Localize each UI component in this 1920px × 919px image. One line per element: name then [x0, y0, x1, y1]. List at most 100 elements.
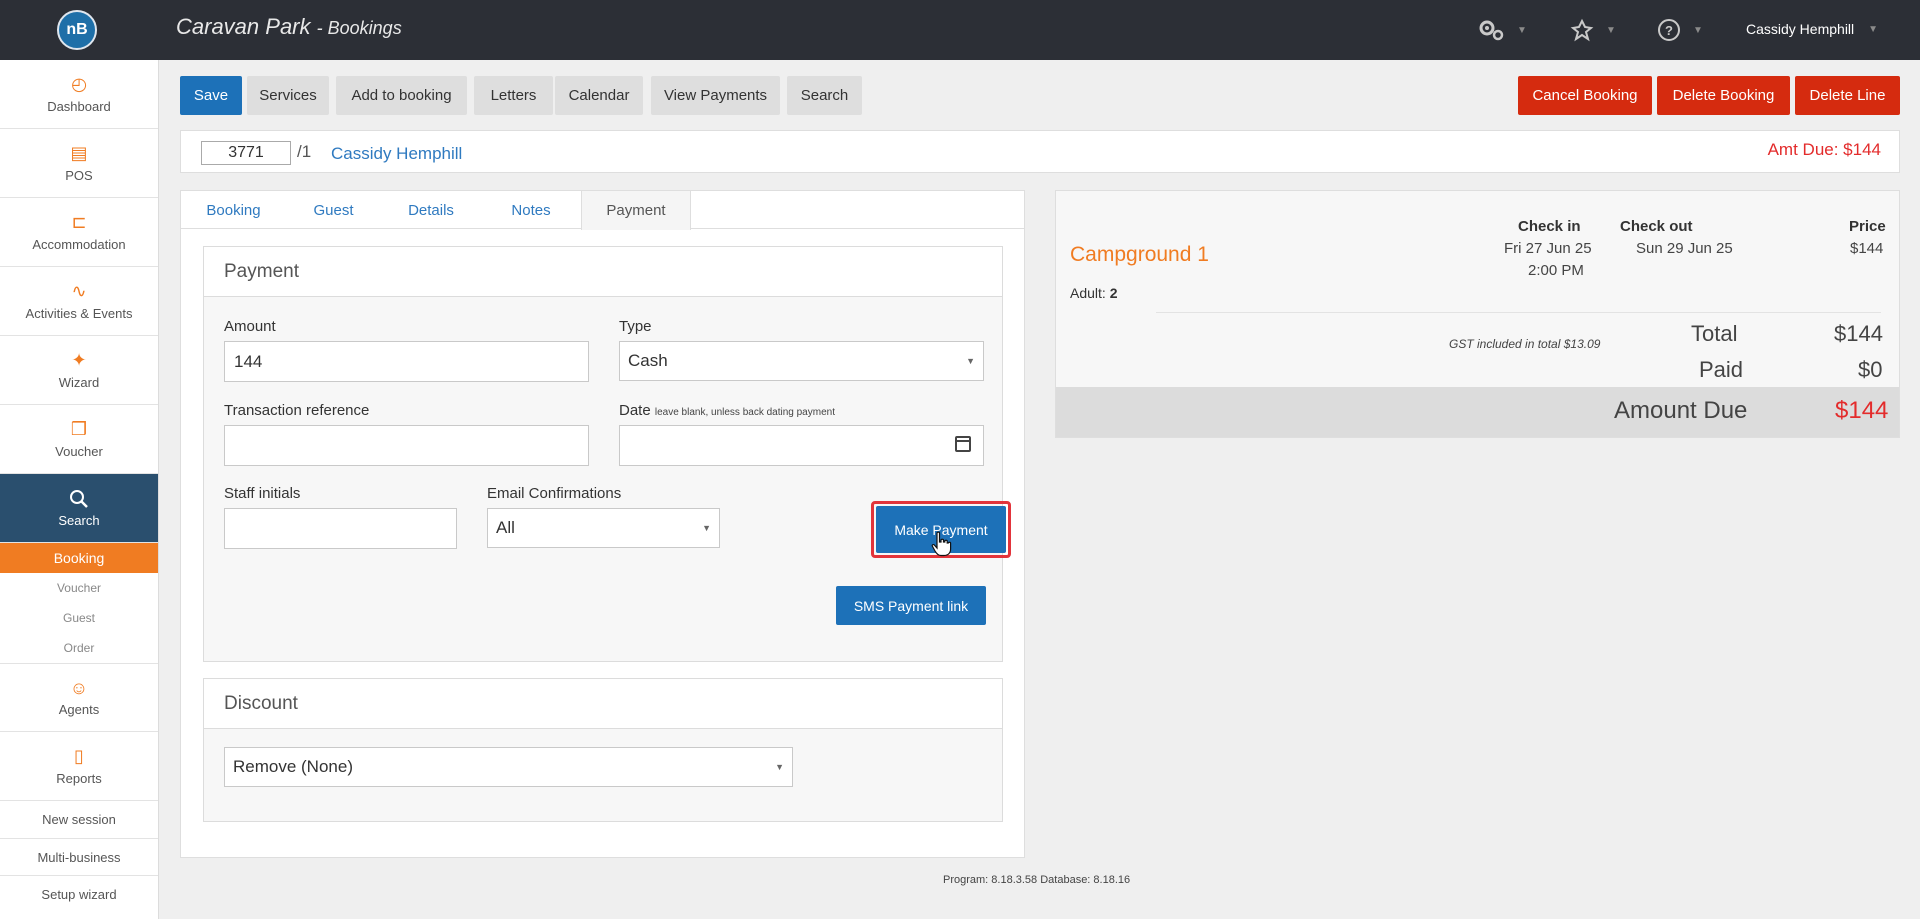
total-value: $144: [1834, 321, 1883, 346]
sidebar-item-accommodation[interactable]: ⊏ Accommodation: [0, 198, 158, 267]
delete-line-button[interactable]: Delete Line: [1795, 76, 1900, 115]
sidebar-item-label: Activities & Events: [25, 305, 133, 321]
sidebar-item-wizard[interactable]: ✦ Wizard: [0, 336, 158, 405]
sidebar-subitem-voucher[interactable]: Voucher: [0, 573, 158, 603]
help-menu[interactable]: ? ▼: [1657, 16, 1703, 44]
cancel-booking-button[interactable]: Cancel Booking: [1518, 76, 1652, 115]
app-logo[interactable]: nB: [57, 10, 97, 50]
sidebar-item-dashboard[interactable]: ◴ Dashboard: [0, 60, 158, 129]
sidebar-subitem-guest[interactable]: Guest: [0, 603, 158, 633]
chevron-down-icon: ▼: [1693, 24, 1703, 36]
page-title: Caravan Park - Bookings: [176, 14, 402, 40]
transaction-reference-label: Transaction reference: [224, 402, 370, 419]
app-name: Caravan Park: [176, 14, 311, 39]
sidebar-item-label: POS: [65, 167, 93, 183]
sidebar: ◴ Dashboard ▤ POS ⊏ Accommodation ∿ Acti…: [0, 60, 159, 919]
version-info: Program: 8.18.3.58 Database: 8.18.16: [943, 874, 1131, 886]
check-out-date: Sun 29 Jun 25: [1636, 240, 1733, 257]
tab-payment[interactable]: Payment: [581, 191, 691, 230]
settings-icon: [1479, 20, 1504, 41]
sidebar-link-new-session[interactable]: New session: [0, 801, 158, 838]
payment-card: Payment Amount 144 Type Cash ▼ Transacti…: [203, 246, 1011, 662]
amount-due-header: Amt Due: $144: [1767, 140, 1881, 159]
date-label-text: Date: [619, 402, 651, 419]
settings-menu[interactable]: ▼: [1477, 16, 1527, 44]
tab-guest[interactable]: Guest: [286, 191, 381, 229]
discount-card: Discount Remove (None) ▼: [203, 678, 1003, 822]
total-label: Total: [1691, 321, 1738, 346]
wand-icon: ✦: [71, 350, 87, 370]
help-icon: ?: [1658, 19, 1680, 41]
price-header: Price: [1849, 218, 1886, 235]
discount-value: Remove (None): [233, 757, 353, 776]
add-to-booking-button[interactable]: Add to booking: [336, 76, 467, 115]
amount-label: Amount: [224, 318, 276, 335]
chevron-down-icon: ▼: [775, 762, 784, 772]
chevron-down-icon: ▼: [1606, 24, 1616, 36]
sidebar-item-activities[interactable]: ∿ Activities & Events: [0, 267, 158, 336]
letters-button[interactable]: Letters: [474, 76, 553, 115]
sidebar-link-setup-wizard[interactable]: Setup wizard: [0, 875, 158, 912]
sidebar-subitem-booking[interactable]: Booking: [0, 543, 158, 573]
price-value: $144: [1850, 240, 1884, 257]
sidebar-item-label: Search: [58, 512, 100, 528]
amount-input[interactable]: 144: [224, 341, 589, 382]
date-hint: leave blank, unless back dating payment: [654, 407, 835, 418]
user-menu[interactable]: Cassidy Hemphill ▼: [1746, 21, 1878, 37]
register-icon: ▤: [70, 143, 88, 163]
sms-payment-link-button[interactable]: SMS Payment link: [836, 586, 986, 625]
sidebar-item-label: Wizard: [58, 374, 100, 390]
date-label: Date leave blank, unless back dating pay…: [619, 402, 835, 419]
sidebar-item-voucher[interactable]: ❒ Voucher: [0, 405, 158, 474]
activities-icon: ∿: [71, 281, 87, 301]
date-input[interactable]: [619, 425, 984, 466]
booking-header: 3771 /1 Cassidy Hemphill Amt Due: $144: [180, 130, 1900, 173]
booking-line-suffix: /1: [297, 142, 312, 161]
calendar-icon[interactable]: [955, 436, 971, 452]
booking-number-input[interactable]: 3771: [201, 141, 291, 165]
payment-type-value: Cash: [628, 351, 668, 370]
calendar-button[interactable]: Calendar: [555, 76, 643, 115]
view-payments-button[interactable]: View Payments: [651, 76, 780, 115]
services-button[interactable]: Services: [247, 76, 329, 115]
gst-note: GST included in total $13.09: [1449, 337, 1601, 351]
email-confirmations-select[interactable]: All ▼: [487, 508, 720, 548]
transaction-reference-input[interactable]: [224, 425, 589, 466]
sidebar-item-reports[interactable]: ▯ Reports: [0, 732, 158, 801]
delete-booking-button[interactable]: Delete Booking: [1657, 76, 1790, 115]
chevron-down-icon: ▼: [966, 356, 975, 366]
hand-cursor-icon: [931, 531, 952, 557]
email-confirmations-label: Email Confirmations: [487, 485, 622, 502]
type-label: Type: [619, 318, 652, 335]
tab-booking[interactable]: Booking: [181, 191, 286, 229]
sidebar-item-label: Agents: [58, 702, 100, 717]
check-out-header: Check out: [1620, 218, 1693, 235]
amount-due-value: $144: [1835, 397, 1889, 424]
adult-count-value: 2: [1109, 285, 1118, 301]
sidebar-item-search[interactable]: Search: [0, 474, 158, 543]
tab-details[interactable]: Details: [381, 191, 481, 229]
sidebar-subitem-order[interactable]: Order: [0, 633, 158, 663]
sidebar-item-agents[interactable]: ☺ Agents: [0, 663, 158, 732]
integrations-menu[interactable]: ▼: [1570, 16, 1616, 44]
save-button[interactable]: Save: [180, 76, 242, 115]
payment-heading: Payment: [204, 247, 1002, 297]
staff-initials-label: Staff initials: [224, 485, 301, 502]
guest-name-link[interactable]: Cassidy Hemphill: [331, 144, 462, 164]
bed-icon: ⊏: [71, 212, 87, 232]
discount-select[interactable]: Remove (None) ▼: [224, 747, 793, 787]
staff-initials-input[interactable]: [224, 508, 457, 549]
check-in-time: 2:00 PM: [1528, 262, 1584, 279]
payment-type-select[interactable]: Cash ▼: [619, 341, 984, 381]
site-name[interactable]: Campground 1: [1070, 243, 1209, 267]
summary-divider: [1156, 312, 1881, 313]
search-button[interactable]: Search: [787, 76, 862, 115]
chevron-down-icon: ▼: [702, 523, 711, 533]
search-icon: [69, 489, 89, 509]
sidebar-link-multi-business[interactable]: Multi-business: [0, 838, 158, 875]
integrations-icon: [1570, 18, 1594, 42]
sidebar-item-pos[interactable]: ▤ POS: [0, 129, 158, 198]
booking-form-panel: Booking Guest Details Notes Payment Paym…: [180, 190, 1025, 858]
tab-notes[interactable]: Notes: [481, 191, 581, 229]
adult-label: Adult:: [1070, 285, 1106, 301]
